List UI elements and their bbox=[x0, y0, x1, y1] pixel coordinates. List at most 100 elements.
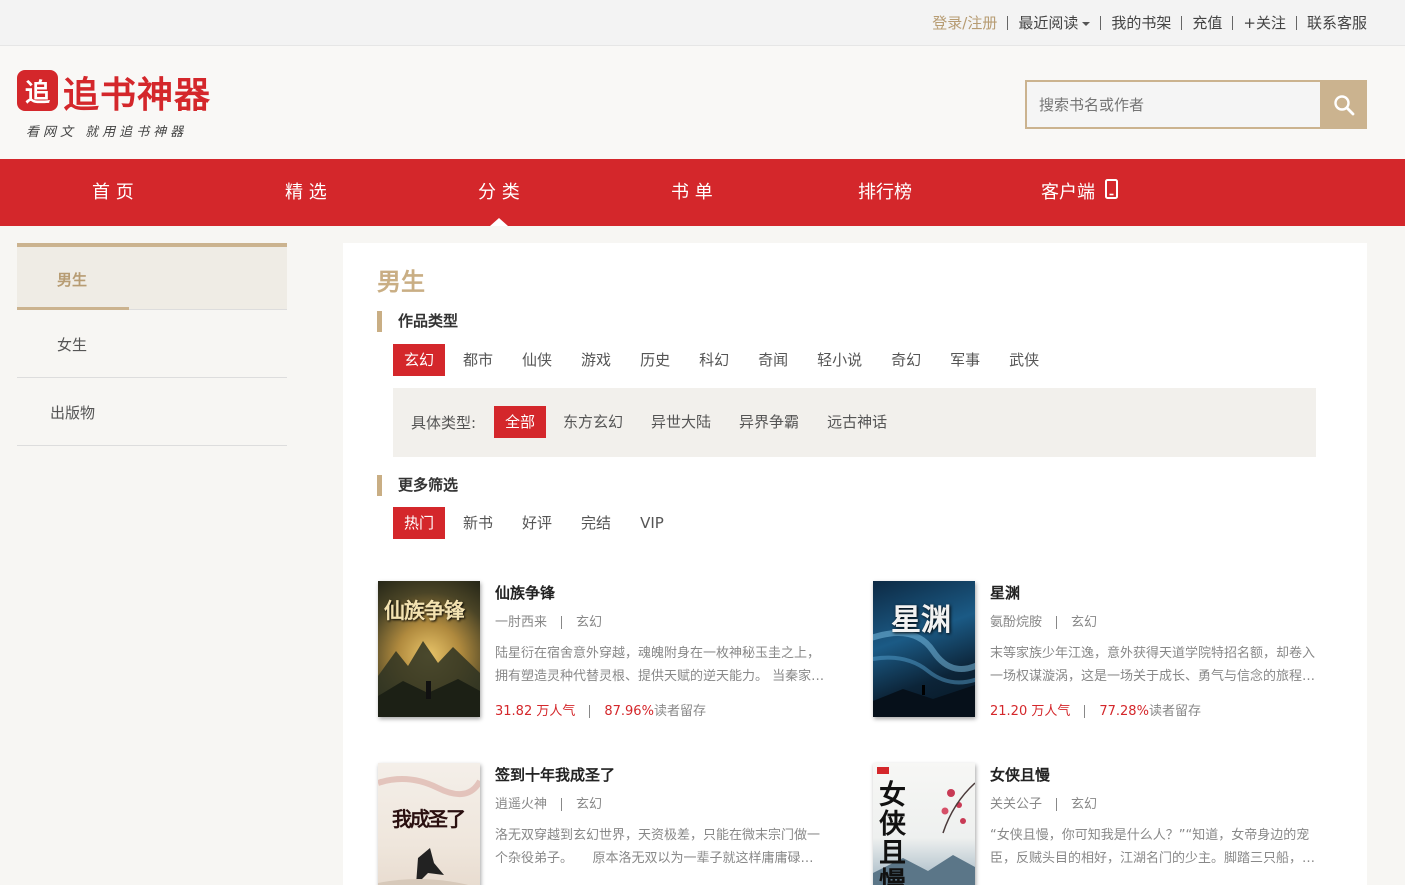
genre-tag[interactable]: 科幻 bbox=[688, 344, 740, 376]
search-icon bbox=[1333, 94, 1354, 115]
book-cover[interactable]: 星渊 bbox=[873, 581, 975, 717]
filter-tag[interactable]: 完结 bbox=[570, 507, 622, 539]
filter-tag[interactable]: 热门 bbox=[393, 507, 446, 539]
book-title[interactable]: 女侠且慢 bbox=[990, 764, 1050, 785]
desc-line: 一场权谋漩涡，这是一场关于成长、勇气与信念的旅程… bbox=[990, 669, 1316, 684]
genre-tag[interactable]: 奇闻 bbox=[747, 344, 799, 376]
filter-tag[interactable]: 好评 bbox=[511, 507, 563, 539]
book-cover[interactable]: 我成圣了 bbox=[378, 763, 480, 885]
subgenre-tag[interactable]: 远古神话 bbox=[816, 406, 898, 438]
divider bbox=[589, 705, 591, 718]
book-item[interactable]: 我成圣了 签到十年我成圣了 逍遥火神 玄幻 洛无双穿越到玄幻世界，天资极差，只能在… bbox=[378, 763, 838, 885]
book-cover[interactable]: 仙族争锋 bbox=[378, 581, 480, 717]
recharge-link[interactable]: 充值 bbox=[1182, 13, 1232, 33]
book-cover[interactable]: 女侠且慢 bbox=[873, 763, 975, 885]
search-input[interactable] bbox=[1025, 80, 1321, 129]
book-item[interactable]: 星渊 星渊 氨酚烷胺 玄幻 末等家族少年江逸，意外获得天道学院特招名额，却卷入 一场… bbox=[873, 581, 1333, 721]
book-item[interactable]: 女侠且慢 女侠且慢 关关公子 玄幻 “女侠且慢，你可知我是什么人？”“知道，女帝身… bbox=[873, 763, 1333, 885]
top-links: 登录/注册 最近阅读 我的书架 充值 +关注 联系客服 bbox=[922, 13, 1367, 33]
book-author[interactable]: 逍遥火神 bbox=[495, 797, 547, 812]
desc-line: 末等家族少年江逸，意外获得天道学院特招名额，却卷入 bbox=[990, 646, 1316, 661]
sidebar-item-publications[interactable]: 出版物 bbox=[17, 378, 287, 446]
subgenre-tag[interactable]: 东方玄幻 bbox=[552, 406, 634, 438]
nav-featured[interactable]: 精 选 bbox=[285, 159, 327, 226]
divider bbox=[561, 798, 563, 811]
genre-tag[interactable]: 奇幻 bbox=[880, 344, 932, 376]
subgenre-tag[interactable]: 全部 bbox=[494, 406, 547, 438]
book-title[interactable]: 仙族争锋 bbox=[495, 582, 555, 603]
login-link[interactable]: 登录/注册 bbox=[922, 13, 1007, 33]
nav-booklist[interactable]: 书 单 bbox=[671, 159, 713, 226]
cover-title: 女侠且慢 bbox=[879, 780, 906, 885]
sidebar-item-male[interactable]: 男生 bbox=[17, 243, 287, 310]
book-item[interactable]: 仙族争锋 仙族争锋 一肘西来 玄幻 陆星衍在宿舍意外穿越，魂魄附身在一枚神秘玉圭之… bbox=[378, 581, 838, 721]
logo-badge-icon[interactable]: 追 bbox=[17, 70, 58, 111]
book-description: 洛无双穿越到玄幻世界，天资极差，只能在微末宗门做一 个杂役弟子。 原本洛无双以为一… bbox=[495, 824, 840, 870]
nav-client[interactable]: 客户端 bbox=[1041, 159, 1118, 226]
subgenre-tags: 全部 东方玄幻 异世大陆 异界争霸 远古神话 bbox=[494, 406, 904, 438]
book-genre: 玄幻 bbox=[576, 797, 603, 812]
desc-line: 陆星衍在宿舍意外穿越，魂魄附身在一枚神秘玉圭之上， bbox=[495, 646, 821, 661]
main-nav: 首 页 精 选 分 类 书 单 排行榜 客户端 bbox=[0, 159, 1405, 226]
book-genre: 玄幻 bbox=[1071, 797, 1098, 812]
nav-home[interactable]: 首 页 bbox=[92, 159, 134, 226]
genre-tag[interactable]: 武侠 bbox=[998, 344, 1050, 376]
recent-reading-menu[interactable]: 最近阅读 bbox=[1008, 13, 1100, 33]
book-description: 末等家族少年江逸，意外获得天道学院特招名额，却卷入 一场权谋漩涡，这是一场关于成长… bbox=[990, 642, 1335, 688]
genre-tag[interactable]: 玄幻 bbox=[393, 344, 446, 376]
caret-down-icon bbox=[1082, 21, 1091, 26]
category-sidebar: 男生 女生 出版物 bbox=[17, 243, 287, 446]
book-stats: 31.82 万人气 87.96%读者留存 bbox=[495, 700, 706, 719]
genre-tag[interactable]: 军事 bbox=[939, 344, 991, 376]
subgenre-label: 具体类型: bbox=[411, 414, 477, 432]
mobile-phone-icon bbox=[1104, 179, 1118, 199]
desc-line: 个杂役弟子。 原本洛无双以为一辈子就这样庸庸碌… bbox=[495, 851, 814, 866]
my-shelf-link[interactable]: 我的书架 bbox=[1101, 13, 1181, 33]
logo-slogan: 看网文 就用追书神器 bbox=[26, 125, 188, 140]
genre-tag[interactable]: 都市 bbox=[452, 344, 504, 376]
main-panel: 男生 作品类型 玄幻 都市 仙侠 游戏 历史 科幻 奇闻 轻小说 奇幻 军事 武… bbox=[343, 243, 1367, 885]
nav-ranking[interactable]: 排行榜 bbox=[858, 159, 912, 226]
genre-tag[interactable]: 历史 bbox=[629, 344, 681, 376]
subgenre-box: 具体类型: 全部 东方玄幻 异世大陆 异界争霸 远古神话 bbox=[393, 388, 1316, 457]
genre-tag[interactable]: 仙侠 bbox=[511, 344, 563, 376]
desc-line: 拥有塑造灵种代替灵根、提供天赋的逆天能力。 当秦家… bbox=[495, 669, 825, 684]
filter-tags: 热门 新书 好评 完结 VIP bbox=[393, 507, 682, 539]
nav-category[interactable]: 分 类 bbox=[478, 159, 520, 226]
filter-tag[interactable]: 新书 bbox=[452, 507, 504, 539]
filter-tag[interactable]: VIP bbox=[629, 507, 675, 539]
book-title[interactable]: 星渊 bbox=[990, 582, 1020, 603]
search-button[interactable] bbox=[1320, 80, 1367, 129]
genre-tag[interactable]: 轻小说 bbox=[806, 344, 873, 376]
sidebar-item-female[interactable]: 女生 bbox=[17, 310, 287, 378]
subgenre-tag[interactable]: 异界争霸 bbox=[728, 406, 810, 438]
desc-line: “女侠且慢，你可知我是什么人？”“知道，女帝身边的宠 bbox=[990, 828, 1310, 843]
book-meta: 氨酚烷胺 玄幻 bbox=[990, 611, 1097, 630]
book-retention-label: 读者留存 bbox=[1148, 704, 1201, 719]
book-description: 陆星衍在宿舍意外穿越，魂魄附身在一枚神秘玉圭之上， 拥有塑造灵种代替灵根、提供天赋… bbox=[495, 642, 840, 688]
book-author[interactable]: 氨酚烷胺 bbox=[990, 615, 1042, 630]
divider bbox=[561, 616, 563, 629]
book-author[interactable]: 一肘西来 bbox=[495, 615, 547, 630]
page-title: 男生 bbox=[377, 268, 425, 296]
follow-link[interactable]: +关注 bbox=[1233, 13, 1296, 33]
sidebar-item-label: 女生 bbox=[57, 336, 88, 354]
divider bbox=[1056, 798, 1058, 811]
book-genre: 玄幻 bbox=[576, 615, 603, 630]
subgenre-tag[interactable]: 异世大陆 bbox=[640, 406, 722, 438]
divider bbox=[1056, 616, 1058, 629]
logo-name[interactable]: 追书神器 bbox=[63, 66, 211, 118]
book-author[interactable]: 关关公子 bbox=[990, 797, 1042, 812]
contact-service-link[interactable]: 联系客服 bbox=[1297, 13, 1367, 33]
book-meta: 逍遥火神 玄幻 bbox=[495, 793, 602, 812]
book-title[interactable]: 签到十年我成圣了 bbox=[495, 764, 615, 785]
genre-tag[interactable]: 游戏 bbox=[570, 344, 622, 376]
genre-tags: 玄幻 都市 仙侠 游戏 历史 科幻 奇闻 轻小说 奇幻 军事 武侠 bbox=[393, 344, 1057, 376]
sidebar-item-label: 出版物 bbox=[50, 404, 96, 422]
book-retention-value: 77.28% bbox=[1099, 704, 1149, 719]
divider bbox=[1084, 705, 1086, 718]
desc-line: 洛无双穿越到玄幻世界，天资极差，只能在微末宗门做一 bbox=[495, 828, 821, 843]
cover-title: 仙族争锋 bbox=[384, 598, 465, 623]
book-popularity: 21.20 万人气 bbox=[990, 704, 1071, 719]
book-meta: 关关公子 玄幻 bbox=[990, 793, 1097, 812]
